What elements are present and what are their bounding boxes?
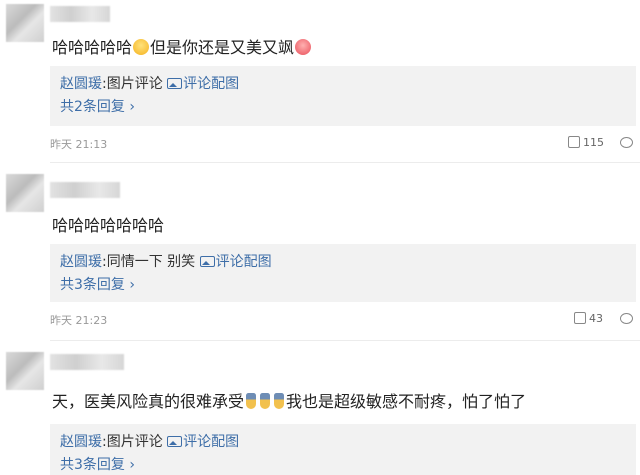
comment-text: 哈哈哈哈哈哈哈 <box>52 212 164 236</box>
comment-item: 天，医美风险真的很难承受 我也是超级敏感不耐疼，怕了怕了 赵圆瑗:图片评论 评论配… <box>0 348 640 475</box>
reply-image-link[interactable]: 评论配图 <box>199 254 272 270</box>
image-icon <box>199 256 215 267</box>
like-button[interactable]: 43 <box>574 312 603 325</box>
comment-text-main: 哈哈哈哈哈 <box>52 38 133 57</box>
comment-item: 哈哈哈哈哈 但是你还是又美又飒 赵圆瑗:图片评论 评论配图 共2条回复 › 昨天 … <box>0 0 640 160</box>
reply-text: 同情一下 别笑 <box>106 254 200 270</box>
reply-image-link-label: 评论配图 <box>215 254 272 270</box>
reply-text: 图片评论 <box>106 434 163 450</box>
comment-text-main: 哈哈哈哈哈哈哈 <box>52 216 165 235</box>
thumb-up-icon <box>568 136 580 148</box>
medal-emoji-icon <box>260 393 271 409</box>
reply-preview[interactable]: 赵圆瑗:同情一下 别笑 评论配图 共3条回复 › <box>50 244 636 302</box>
like-count: 115 <box>583 136 604 149</box>
comment-text: 天，医美风险真的很难承受 我也是超级敏感不耐疼，怕了怕了 <box>52 388 526 412</box>
username-blurred[interactable] <box>50 6 110 22</box>
reply-username[interactable]: 赵圆瑗 <box>60 76 102 92</box>
more-replies-label: 共3条回复 <box>60 277 125 293</box>
laughing-emoji-icon <box>133 39 150 55</box>
more-replies-link[interactable]: 共3条回复 › <box>60 274 135 294</box>
more-replies-label: 共2条回复 <box>60 99 125 115</box>
username-blurred[interactable] <box>50 354 124 370</box>
reply-preview[interactable]: 赵圆瑗:图片评论 评论配图 共3条回复 › <box>50 424 636 475</box>
medal-emoji-icon <box>246 393 257 409</box>
comment-text-tail: 但是你还是又美又飒 <box>150 38 295 57</box>
username-blurred[interactable] <box>50 182 120 198</box>
comment-text-main: 天，医美风险真的很难承受 <box>52 392 245 411</box>
image-icon <box>167 78 183 89</box>
more-replies-label: 共3条回复 <box>60 457 125 473</box>
comment-bubble-icon[interactable] <box>620 313 633 324</box>
reply-preview[interactable]: 赵圆瑗:图片评论 评论配图 共2条回复 › <box>50 66 636 126</box>
reply-username[interactable]: 赵圆瑗 <box>60 254 102 270</box>
avatar[interactable] <box>6 174 44 212</box>
reply-username[interactable]: 赵圆瑗 <box>60 434 102 450</box>
image-icon <box>167 436 183 447</box>
reply-line: 赵圆瑗:同情一下 别笑 评论配图 <box>60 254 272 270</box>
timestamp: 昨天 21:13 <box>50 138 108 151</box>
reply-image-link[interactable]: 评论配图 <box>167 434 239 450</box>
comment-item: 哈哈哈哈哈哈哈 赵圆瑗:同情一下 别笑 评论配图 共3条回复 › 昨天 21:2… <box>0 170 640 340</box>
more-replies-link[interactable]: 共3条回复 › <box>60 454 135 474</box>
comment-text-tail: 我也是超级敏感不耐疼，怕了怕了 <box>286 392 527 411</box>
like-button[interactable]: 115 <box>568 136 604 149</box>
comment-text: 哈哈哈哈哈 但是你还是又美又飒 <box>52 34 312 58</box>
timestamp: 昨天 21:23 <box>50 314 108 327</box>
avatar[interactable] <box>6 4 44 42</box>
medal-emoji-icon <box>274 393 285 409</box>
thumb-up-icon <box>574 312 586 324</box>
reply-image-link-label: 评论配图 <box>183 76 240 92</box>
comment-bubble-icon[interactable] <box>620 137 633 148</box>
divider <box>50 340 640 341</box>
reply-text: 图片评论 <box>106 76 163 92</box>
more-replies-link[interactable]: 共2条回复 › <box>60 96 135 116</box>
reply-line: 赵圆瑗:图片评论 评论配图 <box>60 76 240 92</box>
like-count: 43 <box>589 312 603 325</box>
reply-line: 赵圆瑗:图片评论 评论配图 <box>60 434 240 450</box>
heart-eyes-emoji-icon <box>295 39 312 55</box>
reply-image-link[interactable]: 评论配图 <box>167 76 239 92</box>
divider <box>50 162 640 163</box>
avatar[interactable] <box>6 352 44 390</box>
reply-image-link-label: 评论配图 <box>183 434 240 450</box>
